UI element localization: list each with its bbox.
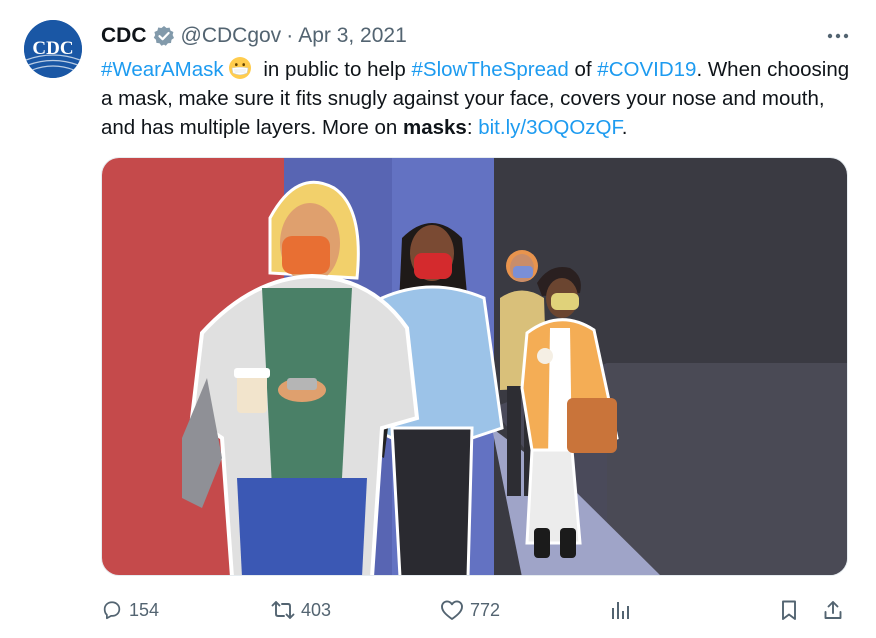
retweet-button[interactable]: 403 [271,594,331,626]
tweet-media-image[interactable] [101,157,848,576]
more-options-icon[interactable] [826,24,850,48]
cdc-logo-icon: CDC [24,20,82,78]
like-count: 772 [470,599,501,620]
heart-icon [441,600,463,620]
avatar[interactable]: CDC [24,20,82,78]
analytics-icon [612,602,629,619]
author-name[interactable]: CDC [101,24,147,48]
tweet-text-part4: : [466,116,479,139]
tweet-text-part1: in public to help [257,58,412,81]
reply-count: 154 [129,599,160,620]
tweet-header: CDC @CDCgov · Apr 3, 2021 [101,22,407,50]
share-icon [824,601,842,619]
hashtag-covid19[interactable]: #COVID19 [597,58,696,81]
author-handle[interactable]: @CDCgov [181,24,282,48]
tweet-actions: 154 403 772 [101,594,851,626]
hashtag-slowthespread[interactable]: #SlowTheSpread [412,58,569,81]
tweet-text-bold-masks: masks [402,116,467,139]
reply-button[interactable]: 154 [101,594,159,626]
verified-badge-icon [153,25,175,47]
bookmark-button[interactable] [778,594,800,626]
views-button[interactable] [609,594,631,626]
share-button[interactable] [822,594,844,626]
tweet-text-part5: . [621,116,628,139]
tweet-text: #WearAMask in public to help #SlowTheSpr… [101,55,851,142]
tweet-date[interactable]: Apr 3, 2021 [298,24,407,48]
tweet-text-part2: of [568,58,598,81]
mask-face-emoji-icon [228,56,252,80]
short-link[interactable]: bit.ly/3OQOzQF [478,116,622,139]
avatar-text: CDC [32,38,73,59]
like-button[interactable]: 772 [440,594,500,626]
hashtag-wearamask[interactable]: #WearAMask [101,58,224,81]
people-wearing-masks-illustration-icon [102,158,847,575]
retweet-icon [271,601,295,619]
reply-icon [103,601,121,620]
bookmark-icon [782,600,796,620]
header-separator: · [286,24,294,47]
retweet-count: 403 [301,599,332,620]
